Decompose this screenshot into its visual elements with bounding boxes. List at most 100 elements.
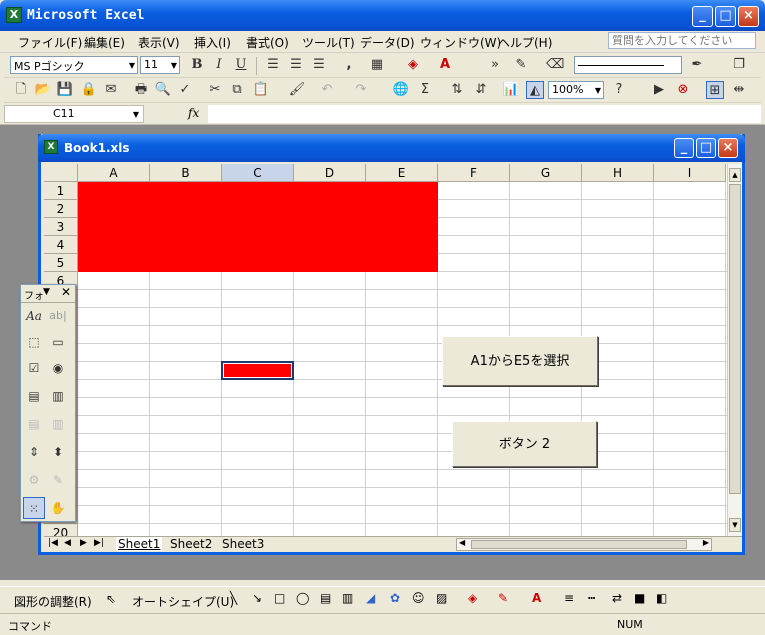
fill-color-icon[interactable]: ◈ bbox=[404, 56, 422, 74]
line-icon[interactable]: ╲ bbox=[230, 591, 237, 605]
spelling-icon[interactable]: ✓ bbox=[176, 81, 194, 99]
close-icon[interactable]: ✕ bbox=[61, 285, 71, 299]
paste-icon[interactable]: 📋 bbox=[252, 81, 270, 99]
menu-help[interactable]: ヘルプ(H) bbox=[498, 34, 552, 51]
tab-sheet3[interactable]: Sheet3 bbox=[222, 537, 264, 551]
underline-button[interactable]: U bbox=[232, 56, 250, 74]
name-box[interactable]: C11 ▼ bbox=[4, 105, 144, 123]
copy-icon[interactable]: ❐ bbox=[730, 56, 748, 74]
edit-code-icon[interactable]: ✎ bbox=[47, 469, 69, 491]
select-a1-e5-button[interactable]: A1からE5を選択 bbox=[442, 336, 598, 386]
resize-icon[interactable]: ⇹ bbox=[730, 81, 748, 99]
app-title-bar[interactable]: X Microsoft Excel _ □ × bbox=[0, 0, 765, 31]
menu-view[interactable]: 表示(V) bbox=[138, 34, 180, 51]
workbook-title-bar[interactable]: X Book1.xls _ □ × bbox=[38, 134, 745, 162]
filled-range[interactable] bbox=[78, 182, 438, 272]
formula-input[interactable] bbox=[208, 105, 761, 123]
sort-descending-icon[interactable]: ⇵ bbox=[472, 81, 490, 99]
borders-icon[interactable]: ▦ bbox=[368, 56, 386, 74]
column-header-B[interactable]: B bbox=[150, 164, 222, 182]
design-mode-icon[interactable]: ▶ bbox=[650, 81, 668, 99]
combo-box-icon[interactable]: ▥ bbox=[47, 385, 69, 407]
font-name-combo[interactable]: MS Pゴシック ▼ bbox=[10, 56, 138, 74]
maximize-button[interactable]: □ bbox=[715, 6, 736, 27]
arrow-icon[interactable]: ↘ bbox=[252, 591, 262, 605]
comma-style-button[interactable]: , bbox=[340, 56, 358, 74]
scroll-thumb[interactable] bbox=[471, 540, 687, 549]
control-properties-icon[interactable]: ⚙ bbox=[23, 469, 45, 491]
scroll-up-icon[interactable]: ▲ bbox=[729, 168, 741, 182]
scroll-down-icon[interactable]: ▼ bbox=[729, 518, 741, 532]
tab-sheet2[interactable]: Sheet2 bbox=[170, 537, 212, 551]
minimize-button[interactable]: _ bbox=[692, 6, 713, 27]
row-header-4[interactable]: 4 bbox=[44, 236, 78, 254]
label-tool[interactable]: Aa bbox=[23, 305, 45, 327]
list-box-icon[interactable]: ▤ bbox=[23, 385, 45, 407]
menu-edit[interactable]: 編集(E) bbox=[84, 34, 125, 51]
row-header-5[interactable]: 5 bbox=[44, 254, 78, 272]
row-header-3[interactable]: 3 bbox=[44, 218, 78, 236]
sort-ascending-icon[interactable]: ⇅ bbox=[448, 81, 466, 99]
arrow-style-icon[interactable]: ⇄ bbox=[612, 591, 622, 605]
draw-menu[interactable]: 図形の調整(R) bbox=[14, 593, 92, 610]
menu-format[interactable]: 書式(O) bbox=[246, 34, 289, 51]
excel-icon[interactable]: X bbox=[6, 7, 22, 23]
new-file-icon[interactable]: 🗋 bbox=[12, 81, 30, 99]
menu-tools[interactable]: ツール(T) bbox=[302, 34, 355, 51]
eraser-icon[interactable]: ⌫ bbox=[546, 56, 564, 74]
grid-snap-icon[interactable]: ⊞ bbox=[706, 81, 724, 99]
worksheet-grid[interactable]: ABCDEFGHI 123456789101112131415161718192… bbox=[44, 164, 727, 536]
function-icon[interactable]: fx bbox=[188, 106, 199, 120]
drawing-icon[interactable]: ◭ bbox=[526, 81, 544, 99]
permission-icon[interactable]: 🔒 bbox=[80, 81, 98, 99]
button-tool-icon[interactable]: ▭ bbox=[47, 331, 69, 353]
align-center-icon[interactable]: ☰ bbox=[287, 56, 305, 74]
column-header-D[interactable]: D bbox=[294, 164, 366, 182]
group-box-icon[interactable]: ⬚ bbox=[23, 331, 45, 353]
button-2[interactable]: ボタン 2 bbox=[452, 421, 597, 467]
fill-color-icon[interactable]: ◈ bbox=[468, 591, 477, 605]
last-sheet-icon[interactable]: ▶| bbox=[94, 538, 104, 548]
italic-button[interactable]: I bbox=[210, 56, 228, 74]
open-folder-icon[interactable]: 📂 bbox=[34, 81, 52, 99]
print-icon[interactable]: 🖶 bbox=[132, 81, 150, 99]
next-sheet-icon[interactable]: ▶ bbox=[80, 538, 87, 548]
autoshape-menu[interactable]: オートシェイプ(U) bbox=[132, 593, 234, 610]
column-header-F[interactable]: F bbox=[438, 164, 510, 182]
textbox-icon[interactable]: ▤ bbox=[320, 591, 331, 605]
pen-icon[interactable]: ✎ bbox=[512, 56, 530, 74]
checkbox-icon[interactable]: ☑ bbox=[23, 357, 45, 379]
line-style-icon[interactable]: ≡ bbox=[564, 591, 574, 605]
help-icon[interactable]: ? bbox=[610, 81, 628, 99]
picture-icon[interactable]: ▨ bbox=[436, 591, 447, 605]
workbook-close-button[interactable]: × bbox=[718, 138, 738, 158]
zoom-combo[interactable]: 100% ▼ bbox=[548, 81, 604, 99]
combo-dropdown-icon[interactable]: ▥ bbox=[47, 413, 69, 435]
line-style-combo[interactable] bbox=[574, 56, 682, 74]
font-color-icon[interactable]: A bbox=[436, 56, 454, 74]
edit-box-tool[interactable]: ab| bbox=[47, 305, 69, 327]
row-header-1[interactable]: 1 bbox=[44, 182, 78, 200]
column-header-C[interactable]: C bbox=[222, 164, 294, 182]
menu-window[interactable]: ウィンドウ(W) bbox=[420, 34, 501, 51]
undo-icon[interactable]: ↶ bbox=[318, 81, 336, 99]
align-left-icon[interactable]: ☰ bbox=[264, 56, 282, 74]
line-color-icon[interactable]: ✎ bbox=[498, 591, 508, 605]
clipart-icon[interactable]: ☺ bbox=[412, 591, 425, 605]
active-cell[interactable] bbox=[221, 361, 294, 380]
shadow-icon[interactable]: ■ bbox=[634, 591, 645, 605]
font-color-icon[interactable]: A bbox=[532, 591, 541, 605]
vertical-scrollbar[interactable]: ▲ ▼ bbox=[727, 164, 742, 536]
cut-icon[interactable]: ✂ bbox=[206, 81, 224, 99]
spinner-icon[interactable]: ⬍ bbox=[47, 441, 69, 463]
select-all-corner[interactable] bbox=[44, 164, 78, 182]
font-size-combo[interactable]: 11 ▼ bbox=[140, 56, 180, 74]
format-painter-icon[interactable]: 🖌 bbox=[288, 81, 306, 99]
copy-icon[interactable]: ⧉ bbox=[228, 81, 246, 99]
align-right-icon[interactable]: ☰ bbox=[310, 56, 328, 74]
forms-toolbar-titlebar[interactable]: フォ ▼ ✕ bbox=[21, 285, 75, 303]
scrollbar-icon[interactable]: ⇕ bbox=[23, 441, 45, 463]
scroll-left-icon[interactable]: ◀ bbox=[459, 538, 465, 547]
scroll-right-icon[interactable]: ▶ bbox=[703, 538, 709, 547]
tab-sheet1[interactable]: Sheet1 bbox=[116, 537, 163, 551]
